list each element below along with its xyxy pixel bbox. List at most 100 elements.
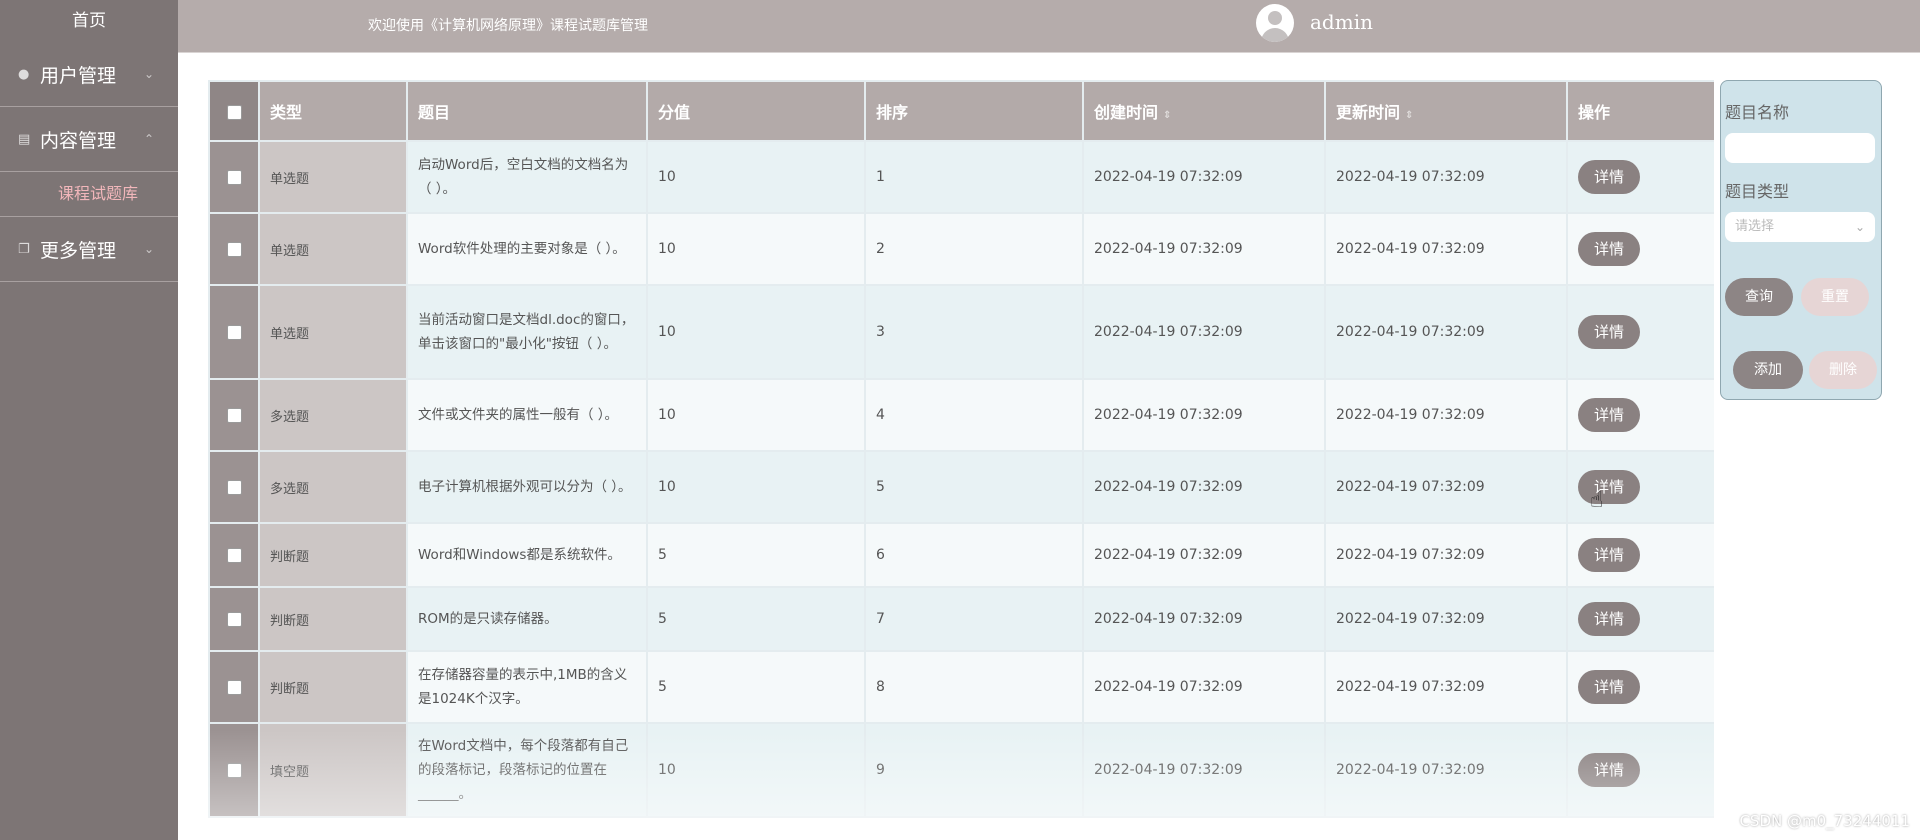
cell-type: 判断题 xyxy=(258,586,408,652)
row-select-cell xyxy=(208,450,260,524)
cell-actions: 详情 xyxy=(1566,722,1714,818)
chevron-up-icon: ⌃ xyxy=(143,132,154,146)
avatar[interactable] xyxy=(1256,4,1294,42)
table-row: 填空题 在Word文档中，每个段落都有自己的段落标记，段落标记的位置在______… xyxy=(208,722,1714,818)
detail-button[interactable]: 详情 xyxy=(1578,670,1640,704)
detail-button[interactable]: 详情 xyxy=(1578,538,1640,572)
cell-order: 8 xyxy=(864,650,1084,724)
cell-question: 文件或文件夹的属性一般有（ ）。 xyxy=(406,378,648,452)
watermark: CSDN @m0_73244011 xyxy=(1739,812,1910,830)
delete-button[interactable]: 删除 xyxy=(1809,351,1877,389)
cell-type: 判断题 xyxy=(258,522,408,588)
column-header-updated[interactable]: 更新时间 ⇕ xyxy=(1324,80,1568,142)
sidebar-menu-content[interactable]: ▤ 内容管理 ⌃ xyxy=(0,107,178,172)
column-header-order: 排序 xyxy=(864,80,1084,142)
cell-score: 5 xyxy=(646,650,866,724)
row-checkbox[interactable] xyxy=(226,547,242,563)
sidebar-menu-user[interactable]: ● 用户管理 ⌄ xyxy=(0,42,178,107)
detail-button[interactable]: 详情 xyxy=(1578,470,1640,504)
column-header-type: 类型 xyxy=(258,80,408,142)
add-button[interactable]: 添加 xyxy=(1733,351,1803,389)
cell-type: 单选题 xyxy=(258,284,408,380)
row-checkbox[interactable] xyxy=(226,324,242,340)
column-header-label: 创建时间 xyxy=(1094,103,1159,122)
detail-button[interactable]: 详情 xyxy=(1578,602,1640,636)
row-select-cell xyxy=(208,140,260,214)
cell-order: 7 xyxy=(864,586,1084,652)
cell-updated: 2022-04-19 07:32:09 xyxy=(1324,378,1568,452)
row-select-cell xyxy=(208,586,260,652)
cell-type: 判断题 xyxy=(258,650,408,724)
chevron-down-icon: ⌄ xyxy=(143,67,154,81)
cell-question: 在存储器容量的表示中,1MB的含义是1024K个汉字。 xyxy=(406,650,648,724)
content-icon: ▤ xyxy=(18,131,31,147)
cell-actions: 详情 xyxy=(1566,140,1714,214)
row-checkbox[interactable] xyxy=(226,169,242,185)
cell-actions: 详情 xyxy=(1566,378,1714,452)
cell-type: 填空题 xyxy=(258,722,408,818)
cell-score: 10 xyxy=(646,140,866,214)
select-all-cell xyxy=(208,80,260,142)
chevron-down-icon: ⌄ xyxy=(143,242,154,256)
cell-updated: 2022-04-19 07:32:09 xyxy=(1324,450,1568,524)
detail-button[interactable]: 详情 xyxy=(1578,753,1640,787)
cell-updated: 2022-04-19 07:32:09 xyxy=(1324,586,1568,652)
cell-created: 2022-04-19 07:32:09 xyxy=(1082,212,1326,286)
cell-type: 多选题 xyxy=(258,450,408,524)
cell-type: 单选题 xyxy=(258,212,408,286)
table-row: 判断题 ROM的是只读存储器。 5 7 2022-04-19 07:32:09 2022-… xyxy=(208,586,1714,652)
select-all-checkbox[interactable] xyxy=(226,104,242,120)
sidebar-menu-label: 更多管理 xyxy=(40,239,117,262)
row-checkbox[interactable] xyxy=(226,407,242,423)
select-placeholder: 请选择 xyxy=(1735,219,1775,234)
detail-button[interactable]: 详情 xyxy=(1578,398,1640,432)
column-header-actions: 操作 xyxy=(1566,80,1714,142)
cell-question: Word和Windows都是系统软件。 xyxy=(406,522,648,588)
row-checkbox[interactable] xyxy=(226,479,242,495)
query-button[interactable]: 查询 xyxy=(1725,278,1793,316)
cell-order: 2 xyxy=(864,212,1084,286)
avatar-head-shape xyxy=(1268,11,1282,25)
row-checkbox[interactable] xyxy=(226,679,242,695)
cell-score: 5 xyxy=(646,586,866,652)
user-icon: ● xyxy=(18,66,30,82)
column-header-created[interactable]: 创建时间 ⇕ xyxy=(1082,80,1326,142)
cell-order: 6 xyxy=(864,522,1084,588)
sort-icon[interactable]: ⇕ xyxy=(1405,110,1413,121)
question-type-select[interactable]: 请选择 ⌄ xyxy=(1725,212,1875,242)
sidebar-item-question-bank[interactable]: 课程试题库 xyxy=(0,172,178,217)
table-row: 单选题 Word软件处理的主要对象是（ ）。 10 2 2022-04-19 07:32… xyxy=(208,212,1714,286)
row-checkbox[interactable] xyxy=(226,611,242,627)
cell-updated: 2022-04-19 07:32:09 xyxy=(1324,212,1568,286)
row-checkbox[interactable] xyxy=(226,762,242,778)
row-select-cell xyxy=(208,284,260,380)
reset-button[interactable]: 重置 xyxy=(1801,278,1869,316)
cell-actions: 详情 xyxy=(1566,522,1714,588)
detail-button[interactable]: 详情 xyxy=(1578,315,1640,349)
cell-order: 4 xyxy=(864,378,1084,452)
detail-button[interactable]: 详情 xyxy=(1578,160,1640,194)
cell-updated: 2022-04-19 07:32:09 xyxy=(1324,284,1568,380)
top-header: 欢迎使用《计算机网络原理》课程试题库管理 admin xyxy=(178,0,1920,53)
cell-order: 9 xyxy=(864,722,1084,818)
sidebar-menu-more[interactable]: ❐ 更多管理 ⌄ xyxy=(0,217,178,282)
cell-order: 3 xyxy=(864,284,1084,380)
cell-score: 10 xyxy=(646,212,866,286)
sidebar-menu-label: 内容管理 xyxy=(40,129,117,152)
username[interactable]: admin xyxy=(1310,10,1373,34)
row-select-cell xyxy=(208,378,260,452)
sort-icon[interactable]: ⇕ xyxy=(1163,110,1171,121)
table-row: 判断题 Word和Windows都是系统软件。 5 6 2022-04-19 07:32… xyxy=(208,522,1714,588)
cell-created: 2022-04-19 07:32:09 xyxy=(1082,450,1326,524)
detail-button[interactable]: 详情 xyxy=(1578,232,1640,266)
row-checkbox[interactable] xyxy=(226,241,242,257)
cell-question: 启动Word后，空白文档的文档名为（ ）。 xyxy=(406,140,648,214)
cell-question: Word软件处理的主要对象是（ ）。 xyxy=(406,212,648,286)
cell-created: 2022-04-19 07:32:09 xyxy=(1082,140,1326,214)
cell-question: 当前活动窗口是文档dl.doc的窗口，单击该窗口的"最小化"按钮（ ）。 xyxy=(406,284,648,380)
row-select-cell xyxy=(208,722,260,818)
cell-type: 单选题 xyxy=(258,140,408,214)
cell-score: 10 xyxy=(646,378,866,452)
question-name-input[interactable] xyxy=(1725,133,1875,163)
sidebar-home-link[interactable]: 首页 xyxy=(0,0,178,42)
